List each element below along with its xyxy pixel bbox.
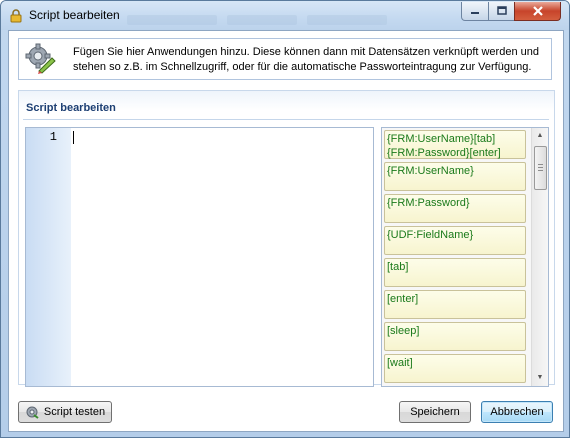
snippet-scrollbar[interactable]: ▲ ▼ [531,128,548,386]
group-title: Script bearbeiten [26,102,116,114]
line-number-gutter: 1 [26,128,71,386]
snippet-field-text: {FRM:Password} [387,147,470,159]
snippet-item[interactable]: {FRM:Password} [384,194,526,223]
snippet-field-text: [wait] [387,357,413,369]
snippet-field-text: {UDF:FieldName} [387,229,474,241]
grip-line [538,164,543,165]
snippet-item[interactable]: {FRM:UserName}[tab] {FRM:Password}[enter] [384,130,526,159]
lock-icon [10,9,22,23]
scrollbar-thumb[interactable] [534,146,547,190]
snippet-line: {FRM:Password}[enter] [387,146,523,160]
dialog-body: Fügen Sie hier Anwendungen hinzu. Diese … [8,30,564,432]
snippet-field-text: [tab] [387,261,409,273]
settings-edit-icon [25,43,56,74]
grip-line [538,167,543,168]
snippet-field-text: {FRM:UserName} [387,165,474,177]
snippet-line: {UDF:FieldName} [387,228,523,242]
info-panel: Fügen Sie hier Anwendungen hinzu. Diese … [18,38,552,80]
snippet-list[interactable]: {FRM:UserName}[tab] {FRM:Password}[enter]… [381,127,549,387]
gear-run-icon [26,406,39,419]
snippet-item[interactable]: [enter] [384,290,526,319]
close-button[interactable] [514,2,561,21]
snippet-item[interactable]: {UDF:FieldName} [384,226,526,255]
maximize-button[interactable] [488,2,515,21]
dialog-window: Script bearbeiten Fügen Sie hier Anwendu… [0,0,570,438]
snippet-line: [wait] [387,356,523,370]
script-code-editor[interactable]: 1 [25,127,374,387]
snippet-item[interactable]: [wait] [384,354,526,383]
background-tabs [127,15,427,29]
save-button[interactable]: Speichern [399,401,471,423]
info-text: Fügen Sie hier Anwendungen hinzu. Diese … [73,46,539,73]
snippet-item[interactable]: [sleep] [384,322,526,351]
snippet-field-text: {FRM:Password} [387,197,470,209]
scroll-up-arrow-icon[interactable]: ▲ [532,128,548,144]
title-bar[interactable]: Script bearbeiten [1,1,569,30]
snippet-field-text: [enter] [387,293,419,305]
minimize-button[interactable] [461,2,489,21]
snippet-line: {FRM:UserName}[tab] [387,132,523,146]
script-editor-group: Script bearbeiten 1 {FRM:UserName}[tab]{… [18,90,555,387]
line-number: 1 [49,130,57,144]
snippet-line: [enter] [387,292,523,306]
test-script-button[interactable]: Script testen [18,401,112,423]
snippet-line: {FRM:UserName} [387,164,523,178]
snippet-field-text: [sleep] [387,325,420,337]
snippet-line: [tab] [387,260,523,274]
scroll-down-arrow-icon[interactable]: ▼ [532,370,548,386]
snippet-line: [sleep] [387,324,523,338]
snippet-tag-text: [enter] [469,147,501,159]
save-label: Speichern [410,406,460,418]
test-script-label: Script testen [43,406,106,418]
snippet-field-text: {FRM:UserName} [387,133,474,145]
grip-line [538,170,543,171]
minimize-icon [471,12,479,14]
snippet-item[interactable]: [tab] [384,258,526,287]
cancel-button[interactable]: Abbrechen [481,401,553,423]
snippet-line: {FRM:Password} [387,196,523,210]
cancel-label: Abbrechen [490,406,544,418]
maximize-icon [496,6,507,15]
snippet-item[interactable]: {FRM:UserName} [384,162,526,191]
snippet-tag-text: [tab] [473,133,496,145]
group-divider [23,119,549,120]
text-caret [73,131,74,144]
close-icon [532,6,543,16]
window-title: Script bearbeiten [29,8,120,22]
